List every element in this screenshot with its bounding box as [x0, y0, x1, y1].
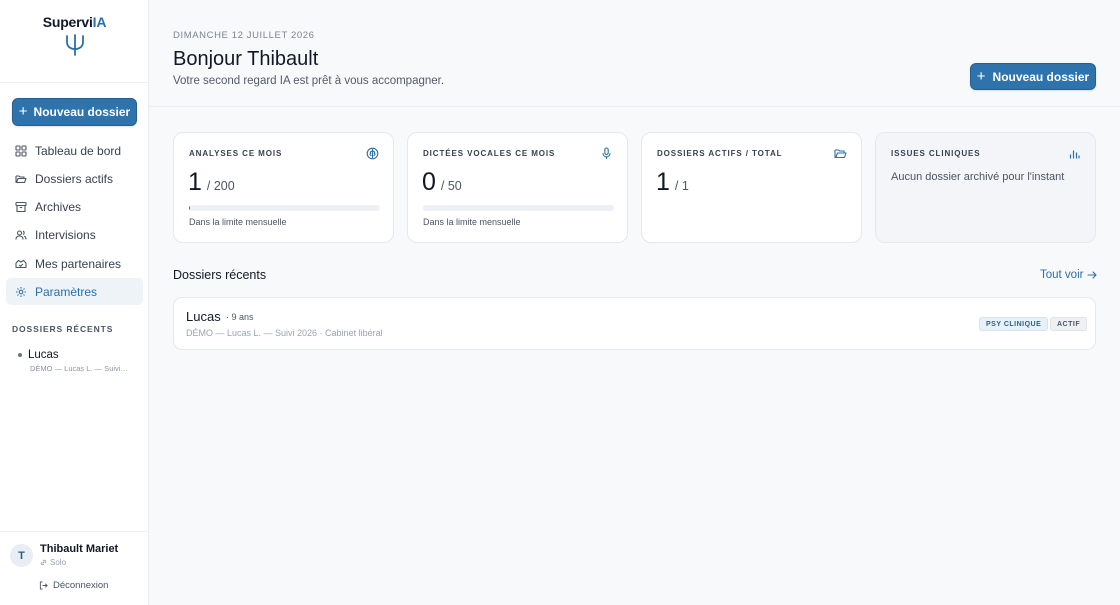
bullet-icon	[18, 353, 22, 357]
dossier-subtitle: DÉMO — Lucas L. — Suivi 2026 · Cabinet l…	[186, 328, 383, 338]
sidebar-item-label: Paramètres	[35, 284, 98, 299]
stat-value: 1 / 1	[656, 168, 689, 197]
sidebar-item-label: Mes partenaires	[35, 256, 122, 271]
logout-button[interactable]: Déconnexion	[39, 580, 108, 591]
stat-value-number: 1	[188, 168, 202, 196]
sidebar-item-intervisions[interactable]: Intervisions	[6, 222, 143, 249]
handshake-icon	[15, 259, 27, 268]
stat-value-number: 1	[656, 168, 670, 196]
sidebar-item-label: Archives	[35, 200, 82, 215]
dossier-age: · 9 ans	[226, 312, 254, 322]
avatar[interactable]: T	[10, 544, 33, 567]
folder-open-icon	[834, 149, 847, 159]
stat-title: ISSUES CLINIQUES	[891, 149, 981, 158]
dossier-name: Lucas	[186, 309, 221, 324]
stat-note: Dans la limite mensuelle	[423, 217, 521, 227]
sidebar-new-dossier-button[interactable]: + Nouveau dossier	[12, 98, 137, 126]
sidebar-item-label: Intervisions	[35, 228, 96, 243]
current-date: DIMANCHE 12 JUILLET 2026	[173, 30, 315, 41]
status-badge: ACTIF	[1050, 317, 1088, 331]
sidebar-recent-item[interactable]: Lucas DÉMO — Lucas L. — Suivi 2026 · Cab…	[18, 349, 138, 373]
stat-title: DOSSIERS ACTIFS / TOTAL	[657, 149, 783, 158]
stat-title: ANALYSES CE MOIS	[189, 149, 283, 158]
page-title: Bonjour Thibault	[173, 48, 319, 70]
stat-empty-message: Aucun dossier archivé pour l'instant	[891, 171, 1065, 183]
archive-icon	[15, 202, 27, 213]
stat-card-active-dossiers: DOSSIERS ACTIFS / TOTAL 1 / 1	[641, 132, 862, 243]
user-plan: Solo	[40, 558, 66, 567]
stat-value-total: / 50	[440, 179, 462, 193]
page-subtitle: Votre second regard IA est prêt à vous a…	[173, 75, 445, 87]
progress-bar	[423, 205, 614, 211]
sidebar-recent-name: Lucas	[28, 349, 59, 361]
sidebar-item-dashboard[interactable]: Tableau de bord	[6, 137, 143, 164]
plus-icon: +	[18, 103, 28, 120]
sidebar-item-active-dossiers[interactable]: Dossiers actifs	[6, 165, 143, 192]
brand-name: SuperviIA	[42, 14, 107, 30]
new-dossier-label: Nouveau dossier	[992, 69, 1090, 84]
plus-icon: +	[976, 67, 986, 85]
stat-title: DICTÉES VOCALES CE MOIS	[423, 149, 556, 158]
stat-card-analyses: ANALYSES CE MOIS 1 / 200 Dans la limite …	[173, 132, 394, 243]
users-icon	[15, 230, 27, 240]
see-all-link[interactable]: Tout voir	[1040, 269, 1098, 281]
stat-value-number: 0	[422, 168, 436, 196]
link-icon	[40, 559, 47, 566]
brand[interactable]: SuperviIA	[0, 14, 149, 57]
see-all-label: Tout voir	[1040, 269, 1084, 281]
logout-label: Déconnexion	[53, 580, 109, 591]
arrow-right-icon	[1087, 271, 1098, 279]
recent-section-title: Dossiers récents	[173, 268, 267, 282]
stat-note: Dans la limite mensuelle	[189, 217, 287, 227]
sidebar-divider	[0, 82, 149, 83]
sidebar-item-label: Dossiers actifs	[35, 171, 114, 186]
sidebar-item-settings[interactable]: Paramètres	[6, 278, 143, 306]
specialty-badge: PSY CLINIQUE	[979, 317, 1049, 331]
logout-icon	[39, 581, 48, 590]
stat-value-total: / 1	[674, 179, 689, 193]
bar-chart-icon	[1069, 150, 1080, 159]
microphone-icon	[602, 147, 611, 159]
sidebar-item-archives[interactable]: Archives	[6, 194, 143, 221]
sidebar: SuperviIA + Nouveau dossier Tableau de b…	[0, 0, 149, 605]
new-dossier-button[interactable]: + Nouveau dossier	[970, 63, 1096, 90]
sidebar-item-partners[interactable]: Mes partenaires	[6, 250, 143, 277]
sidebar-new-dossier-label: Nouveau dossier	[33, 105, 131, 119]
grid-icon	[15, 144, 27, 157]
stat-value: 0 / 50	[422, 168, 462, 197]
progress-bar-fill	[189, 205, 190, 211]
stat-card-clinical-issues: ISSUES CLINIQUES Aucun dossier archivé p…	[875, 132, 1096, 243]
brain-icon	[366, 147, 379, 160]
stat-card-dictations: DICTÉES VOCALES CE MOIS 0 / 50 Dans la l…	[407, 132, 628, 243]
user-name: Thibault Mariet	[40, 543, 119, 555]
gear-icon	[16, 286, 26, 297]
psi-logo-icon	[0, 33, 149, 57]
sidebar-item-label: Tableau de bord	[35, 143, 122, 158]
sidebar-recent-sub: DÉMO — Lucas L. — Suivi 2026 · Cabinet l…	[30, 364, 130, 373]
sidebar-nav: Tableau de bord Dossiers actifs Archives…	[6, 137, 143, 307]
folder-open-icon	[15, 175, 27, 183]
stat-value: 1 / 200	[188, 168, 235, 197]
stat-value-total: / 200	[206, 179, 235, 193]
dossier-card[interactable]: Lucas · 9 ans DÉMO — Lucas L. — Suivi 20…	[173, 297, 1096, 350]
sidebar-recent-title: DOSSIERS RÉCENTS	[12, 324, 114, 334]
sidebar-bottom-divider	[0, 531, 149, 532]
progress-bar	[189, 205, 380, 211]
